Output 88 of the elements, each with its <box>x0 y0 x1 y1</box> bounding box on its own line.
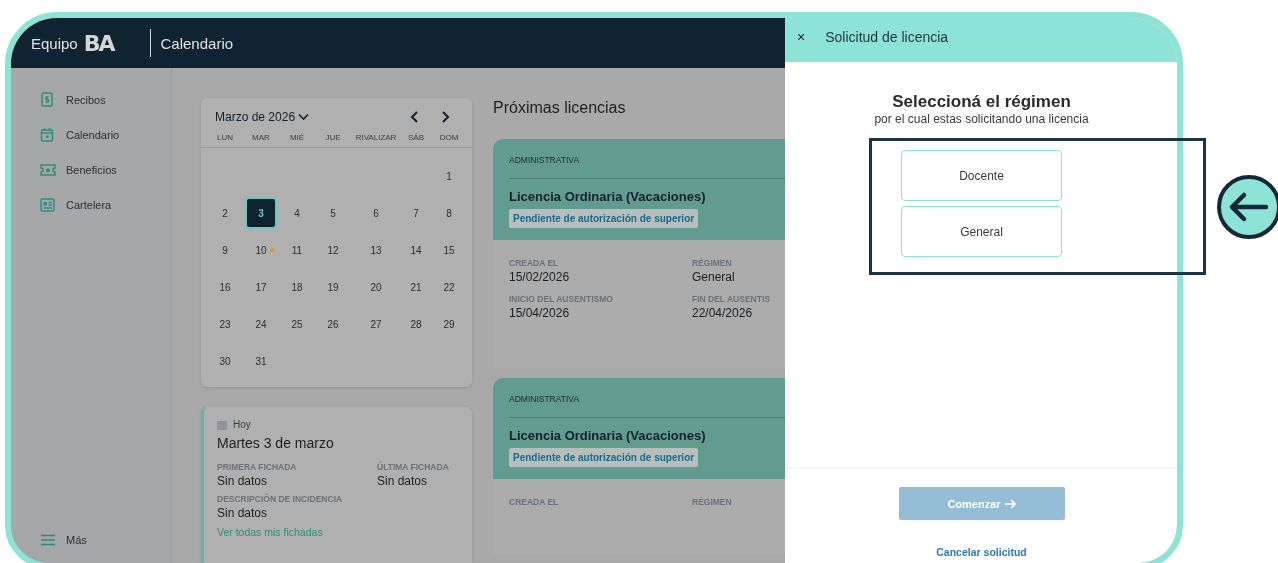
calendar-day[interactable]: 9 <box>209 234 241 266</box>
calendar-day[interactable]: 21 <box>400 271 432 303</box>
calendar-day[interactable]: 16 <box>209 271 241 303</box>
section-title: Próximas licencias <box>493 99 627 118</box>
date-title: Martes 3 de marzo <box>217 435 335 451</box>
calendar-day[interactable]: 28 <box>400 308 432 340</box>
menu-icon <box>40 534 56 546</box>
option-button[interactable]: General <box>901 206 1062 257</box>
today-label: Hoy <box>233 419 251 430</box>
calendar-day[interactable]: 10 <box>245 234 277 266</box>
calendar-day[interactable]: 31 <box>245 345 277 377</box>
weekday-label: MAR <box>251 133 271 142</box>
calendar-day[interactable]: 29 <box>433 308 465 340</box>
calendar-day[interactable]: 13 <box>360 234 392 266</box>
field-value: 15/04/2026 <box>509 306 571 320</box>
calendar-day[interactable]: 19 <box>317 271 349 303</box>
weekday-label: MIÉ <box>288 133 306 142</box>
calendar-day[interactable]: 7 <box>400 197 432 229</box>
chevron-down-icon <box>298 113 310 121</box>
next-icon[interactable] <box>440 111 450 123</box>
weekday-label: SÁB <box>407 133 425 142</box>
calendar-day[interactable]: 3 <box>245 197 277 229</box>
calendar-day[interactable]: 8 <box>433 197 465 229</box>
category-label: ADMINISTRATIVA <box>509 394 581 404</box>
leave-title: Licencia Ordinaria (Vacaciones) <box>509 428 707 443</box>
field-value: Sin datos <box>217 506 269 520</box>
status-badge: Pendiente de autorización de superior <box>509 209 699 228</box>
drawer-title: Solicitud de licencia <box>825 29 949 45</box>
drawer-heading: Seleccioná el régimen <box>892 92 1071 112</box>
field-label: RÉGIMEN <box>692 258 733 268</box>
sidebar-item[interactable]: Cartelera <box>11 192 171 218</box>
calendar-day[interactable]: 15 <box>433 234 465 266</box>
calendar-day[interactable]: 27 <box>360 308 392 340</box>
calendar-day[interactable]: 2 <box>209 197 241 229</box>
calendar-day[interactable]: 11 <box>281 234 313 266</box>
month-dropdown[interactable]: Marzo de 2026 <box>215 110 310 124</box>
calendar-day[interactable]: 18 <box>281 271 313 303</box>
left-arrow-icon <box>1216 174 1278 240</box>
field-value: Sin datos <box>217 474 269 488</box>
field-label: CREADA EL <box>509 497 560 507</box>
field-value: 22/04/2026 <box>692 306 754 320</box>
more-menu-item[interactable]: Más <box>11 529 171 551</box>
field-value: Sin datos <box>377 474 429 488</box>
calendar-day[interactable]: 14 <box>400 234 432 266</box>
calendar-day[interactable]: 6 <box>360 197 392 229</box>
field-value: General <box>692 270 736 284</box>
calendar-day[interactable]: 1 <box>433 160 465 192</box>
category-label: ADMINISTRATIVA <box>509 155 581 165</box>
sidebar-item[interactable]: Recibos <box>11 87 171 113</box>
field-label: RÉGIMEN <box>692 497 733 507</box>
logo: BA <box>83 30 114 56</box>
field-label: DESCRIPCIÓN DE INCIDENCIA <box>217 494 344 504</box>
calendar-day[interactable]: 17 <box>245 271 277 303</box>
calendar-day[interactable]: 20 <box>360 271 392 303</box>
weekday-label: DOM <box>438 133 460 142</box>
status-badge: Pendiente de autorización de superior <box>509 448 699 467</box>
calendar-day[interactable]: 5 <box>317 197 349 229</box>
board-icon <box>40 197 56 213</box>
calendar-day[interactable]: 22 <box>433 271 465 303</box>
sidebar-item[interactable]: Beneficios <box>11 157 171 183</box>
weekday-label: LUN <box>216 133 234 142</box>
receipt-icon <box>40 92 56 108</box>
weekday-label: JUE <box>324 133 342 142</box>
ticket-icon <box>40 162 56 178</box>
calendar-day[interactable]: 24 <box>245 308 277 340</box>
field-label: ÚLTIMA FICHADA <box>377 462 450 472</box>
calendar-day[interactable]: 25 <box>281 308 313 340</box>
calendar-day[interactable]: 26 <box>317 308 349 340</box>
sidebar-item[interactable]: Calendario <box>11 122 171 148</box>
field-label: CREADA EL <box>509 258 560 268</box>
calendar-day[interactable]: 30 <box>209 345 241 377</box>
option-button[interactable]: Docente <box>901 150 1062 201</box>
close-button[interactable]: × <box>797 29 806 45</box>
leave-title: Licencia Ordinaria (Vacaciones) <box>509 189 707 204</box>
calendar-day[interactable]: 23 <box>209 308 241 340</box>
calendar-day[interactable]: 12 <box>317 234 349 266</box>
drawer-subheading: por el cual estas solicitando una licencia <box>874 112 1089 126</box>
brand-name: Equipo <box>31 34 78 52</box>
page-title: Calendario <box>160 34 234 52</box>
field-value: 15/02/2026 <box>509 270 571 284</box>
field-label: FIN DEL AUSENTIS <box>692 294 771 304</box>
field-label: INICIO DEL AUSENTISMO <box>509 294 614 304</box>
previous-icon[interactable] <box>410 111 420 123</box>
calendar-day[interactable]: 4 <box>281 197 313 229</box>
arrow-right-icon <box>1003 498 1016 509</box>
cancel-link[interactable]: Cancelar solicitud <box>936 546 1027 558</box>
field-label: PRIMERA FICHADA <box>217 462 298 472</box>
weekday-label: RIVALIZAR <box>354 133 398 142</box>
